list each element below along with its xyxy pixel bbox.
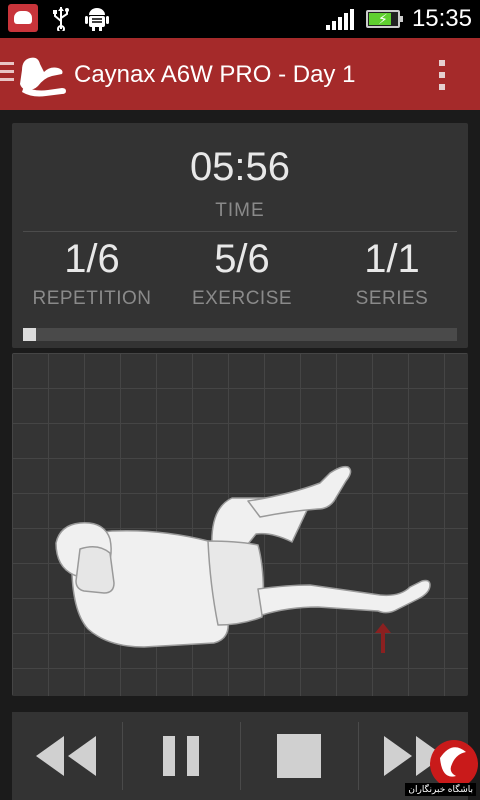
action-bar: Caynax A6W PRO - Day 1 [0,38,480,110]
exercise-label: EXERCISE [191,288,293,309]
android-debug-icon [84,4,110,32]
pause-button[interactable] [124,712,238,800]
rewind-icon [36,736,96,776]
drawer-menu-icon[interactable] [0,62,14,84]
status-clock: 15:35 [411,5,472,32]
content-area: 05:56 TIME 1/6 REPETITION 5/6 EXERCISE 1… [0,110,480,800]
page-title: Caynax A6W PRO - Day 1 [74,61,356,88]
exercise-figure [55,465,431,653]
series-label: SERIES [355,288,429,309]
pause-icon [163,736,199,776]
series-value: 1/1 [364,237,420,281]
usb-icon [48,4,74,32]
repetition-label: REPETITION [32,288,152,309]
exercise-stat: 5/6 EXERCISE [167,237,317,310]
app-notification-icon [8,4,38,32]
exercise-animation [12,353,468,696]
stop-button[interactable] [242,712,356,800]
stats-divider [23,231,457,232]
rewind-button[interactable] [12,712,120,800]
battery-charging-icon: ⚡ [365,10,403,28]
stats-panel: 05:56 TIME 1/6 REPETITION 5/6 EXERCISE 1… [12,123,468,348]
movement-arrow-icon [375,623,391,653]
progress-fill [23,328,37,341]
exercise-value: 5/6 [214,237,270,281]
watermark-text: باشگاه خبرنگاران [405,783,476,796]
workout-progress-bar [23,328,457,341]
time-value: 05:56 [189,145,291,189]
time-label: TIME [215,200,265,221]
signal-icon [325,8,354,30]
overflow-menu-icon[interactable] [438,60,446,90]
stop-icon [277,734,321,778]
series-stat: 1/1 SERIES [317,237,467,310]
repetition-value: 1/6 [64,237,120,281]
news-watermark-logo: باشگاه خبرنگاران [342,720,478,800]
repetition-stat: 1/6 REPETITION [17,237,167,310]
status-bar: ⚡ 15:35 [0,0,480,38]
exercise-logo-icon[interactable] [16,48,68,100]
